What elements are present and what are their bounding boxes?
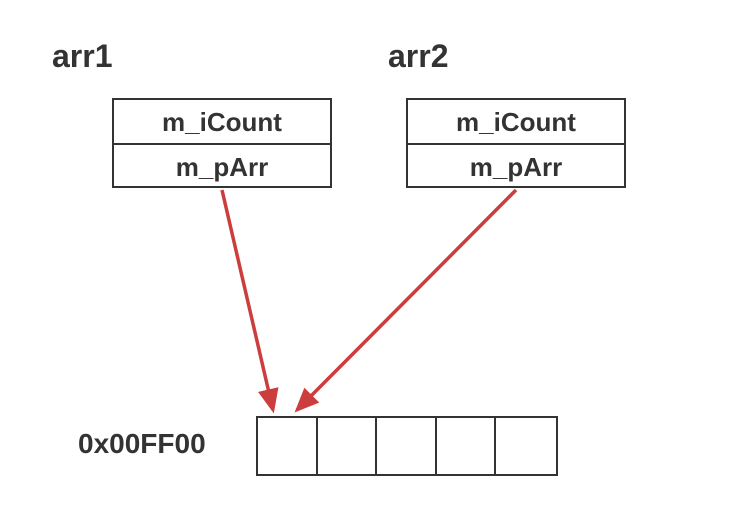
arr2-struct: m_iCount m_pArr: [406, 98, 626, 188]
memory-array: [256, 416, 558, 476]
memory-cell: [318, 418, 378, 474]
arr1-field-ptr: m_pArr: [114, 145, 330, 190]
memory-cell: [377, 418, 437, 474]
arr2-field-ptr: m_pArr: [408, 145, 624, 190]
arr1-title: arr1: [52, 38, 113, 75]
arr1-field-count: m_iCount: [114, 100, 330, 145]
memory-cell: [496, 418, 556, 474]
arrow-arr1-to-memory: [222, 190, 273, 410]
memory-cell: [258, 418, 318, 474]
arr2-field-count: m_iCount: [408, 100, 624, 145]
memory-cell: [437, 418, 497, 474]
arrow-arr2-to-memory: [297, 190, 516, 410]
arr1-struct: m_iCount m_pArr: [112, 98, 332, 188]
memory-address-label: 0x00FF00: [78, 428, 206, 460]
arr2-title: arr2: [388, 38, 449, 75]
